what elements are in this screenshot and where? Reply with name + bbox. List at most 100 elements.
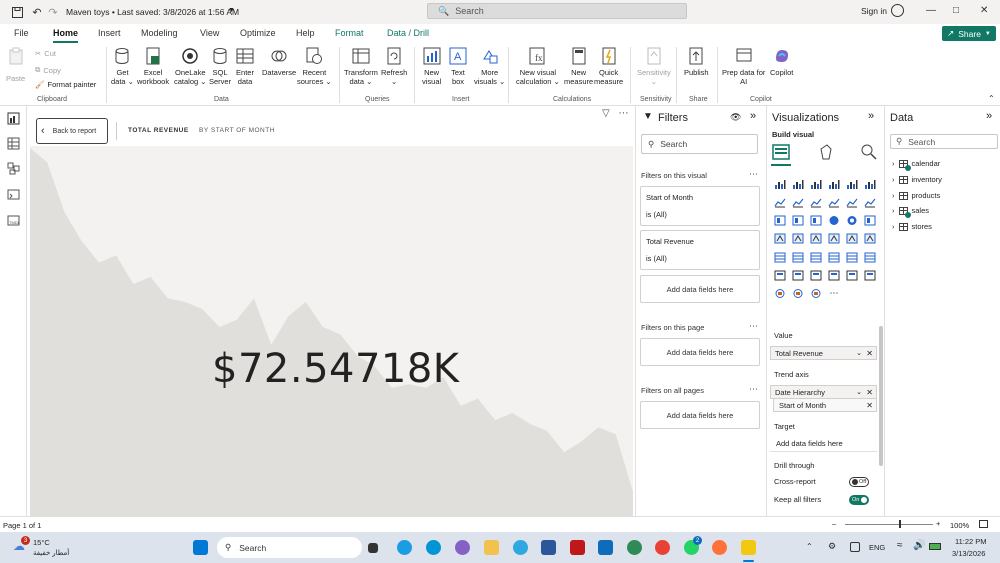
analytics-tab-icon[interactable]: [860, 143, 878, 161]
remove-field-icon[interactable]: ✕: [866, 401, 873, 410]
trend-field-pill[interactable]: Date Hierarchy ⌄ ✕: [770, 385, 877, 399]
filters-search-input[interactable]: ⚲ Search: [641, 134, 758, 154]
table-sales[interactable]: › sales: [892, 206, 929, 218]
prep-data-ai-button[interactable]: Prep data for AI: [722, 46, 765, 86]
weather-widget[interactable]: ☁ 3 15°C أمطار خفيفة: [13, 536, 83, 560]
keep-filters-toggle[interactable]: On: [849, 495, 869, 505]
tab-optimize[interactable]: Optimize: [240, 28, 276, 38]
cross-report-toggle[interactable]: Off: [849, 477, 869, 487]
text-box-button[interactable]: A Text box: [449, 46, 467, 86]
power-automate-visual-icon[interactable]: [809, 288, 823, 300]
format-painter-button[interactable]: 🖌 Format painter: [35, 80, 96, 89]
filter-card-start-of-month[interactable]: Start of Month is (All): [640, 186, 760, 226]
sign-in-link[interactable]: Sign in: [861, 6, 887, 16]
clock-time[interactable]: 11:22 PM: [955, 537, 987, 546]
more-options-icon[interactable]: ⋯: [749, 321, 758, 332]
new-measure-button[interactable]: New measure: [564, 46, 593, 86]
card-visual-icon[interactable]: [863, 233, 877, 245]
maximize-icon[interactable]: □: [953, 5, 959, 16]
clustered-column-visual-icon[interactable]: [827, 178, 841, 190]
kpi-visual-icon[interactable]: [791, 251, 805, 263]
report-view-icon[interactable]: [7, 112, 20, 125]
line-visual-icon[interactable]: [773, 196, 787, 208]
tray-icon[interactable]: ⚙: [828, 541, 836, 552]
more-options-icon[interactable]: ⋯: [749, 169, 758, 180]
table-inventory[interactable]: › inventory: [892, 175, 942, 184]
language-indicator[interactable]: ENG: [869, 543, 885, 552]
wifi-icon[interactable]: ≈: [897, 540, 903, 551]
r-visual-visual-icon[interactable]: [863, 251, 877, 263]
save-icon[interactable]: [10, 5, 24, 19]
tab-help[interactable]: Help: [296, 28, 315, 38]
filter-icon[interactable]: ▽: [602, 108, 610, 119]
account-icon[interactable]: [891, 4, 904, 17]
remove-field-icon[interactable]: ✕: [866, 349, 873, 358]
enter-data-button[interactable]: Enter data: [236, 46, 254, 86]
collapse-data-icon[interactable]: »: [986, 110, 992, 122]
treemap-visual-icon[interactable]: [863, 215, 877, 227]
paginated-visual-icon[interactable]: [863, 269, 877, 281]
table-stores[interactable]: › stores: [892, 222, 932, 231]
sensitivity-button[interactable]: Sensitivity ⌄: [637, 46, 671, 86]
matrix-visual-icon[interactable]: [845, 251, 859, 263]
zoom-in-icon[interactable]: +: [936, 519, 940, 528]
format-visual-tab-icon[interactable]: [817, 143, 835, 161]
python-visual-icon[interactable]: [773, 269, 787, 281]
close-icon[interactable]: ✕: [980, 5, 988, 16]
new-visual-calculation-button[interactable]: fx New visual calculation ⌄: [516, 46, 560, 86]
tab-format[interactable]: Format: [335, 28, 364, 38]
zoom-out-icon[interactable]: –: [832, 519, 836, 528]
redo-icon[interactable]: ↷: [46, 5, 60, 19]
remove-field-icon[interactable]: ✕: [866, 388, 873, 397]
store-icon[interactable]: [541, 540, 556, 555]
chevron-down-icon[interactable]: ⌄: [856, 349, 862, 357]
table-products[interactable]: › products: [892, 191, 940, 200]
back-to-report-button[interactable]: ‹ Back to report: [36, 118, 108, 144]
onelake-catalog-button[interactable]: OneLake catalog ⌄: [174, 46, 207, 86]
title-dropdown-icon[interactable]: ▼: [228, 7, 235, 14]
powerbi-icon[interactable]: [741, 540, 756, 555]
transform-data-button[interactable]: Transform data ⌄: [344, 46, 378, 86]
get-data-button[interactable]: Get data ⌄: [111, 46, 134, 86]
new-visual-button[interactable]: New visual: [422, 46, 441, 86]
table-visual-icon[interactable]: [827, 251, 841, 263]
stacked-column-visual-icon[interactable]: [791, 178, 805, 190]
share-button[interactable]: ↗ Share ▼: [942, 26, 996, 41]
more-options-icon[interactable]: ⋯: [618, 108, 628, 119]
recent-sources-button[interactable]: Recent sources ⌄: [297, 46, 332, 86]
tmdl-view-icon[interactable]: TMDL: [7, 214, 20, 227]
clustered-bar-visual-icon[interactable]: [809, 178, 823, 190]
tab-modeling[interactable]: Modeling: [141, 28, 178, 38]
waterfall-visual-icon[interactable]: [773, 215, 787, 227]
table-calendar[interactable]: › calendar: [892, 159, 940, 171]
add-report-filter-drop[interactable]: Add data fields here: [640, 401, 760, 429]
100-bar-visual-icon[interactable]: [845, 178, 859, 190]
file-explorer-icon[interactable]: [484, 540, 499, 555]
tray-app-icon[interactable]: [850, 542, 860, 552]
tab-insert[interactable]: Insert: [98, 28, 121, 38]
zoom-slider-thumb[interactable]: [899, 520, 901, 528]
outlook-icon[interactable]: [598, 540, 613, 555]
paste-button[interactable]: Paste: [6, 46, 25, 83]
kpi-card[interactable]: $72.54718K: [30, 146, 633, 516]
undo-icon[interactable]: ↶: [30, 5, 44, 19]
copilot-app-icon[interactable]: [455, 540, 470, 555]
excel-workbook-button[interactable]: Excel workbook: [137, 46, 169, 86]
copy-button[interactable]: ⧉ Copy: [35, 65, 61, 75]
window-title[interactable]: Maven toys • Last saved: 3/8/2026 at 1:5…: [66, 7, 239, 17]
line-column-visual-icon[interactable]: [827, 196, 841, 208]
stacked-area-visual-icon[interactable]: [809, 196, 823, 208]
trophy-visual-icon[interactable]: [773, 288, 787, 300]
gauge-visual-icon[interactable]: [845, 233, 859, 245]
collapse-viz-icon[interactable]: »: [868, 110, 874, 122]
100-column-visual-icon[interactable]: [863, 178, 877, 190]
cut-button[interactable]: ✂ Cut: [35, 49, 56, 58]
decomp-tree-visual-icon[interactable]: [809, 269, 823, 281]
target-drop-zone[interactable]: Add data fields here: [770, 436, 877, 452]
fit-page-icon[interactable]: [979, 520, 988, 528]
tab-data-drill[interactable]: Data / Drill: [387, 28, 429, 38]
sql-server-button[interactable]: SQL Server: [209, 46, 231, 86]
trend-subfield-pill[interactable]: Start of Month ✕: [773, 398, 877, 412]
globe-app-icon[interactable]: [627, 540, 642, 555]
minimize-icon[interactable]: —: [926, 5, 936, 16]
